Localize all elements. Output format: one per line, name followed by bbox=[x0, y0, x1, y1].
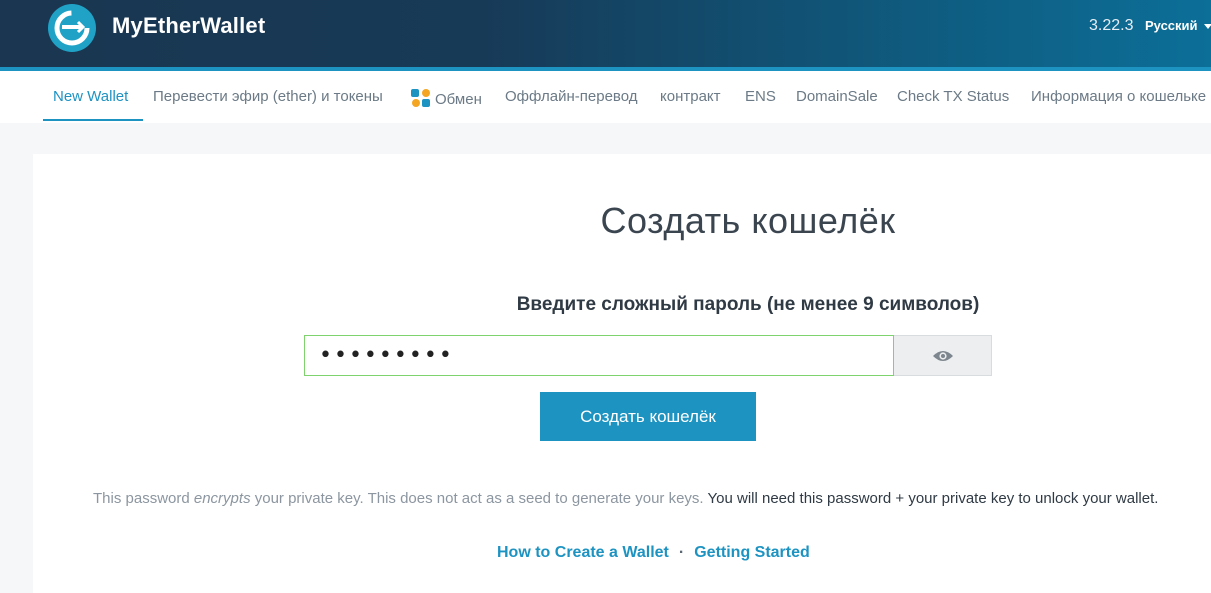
myetherwallet-logo-icon[interactable] bbox=[48, 4, 96, 52]
link-separator: · bbox=[678, 544, 685, 561]
nav-swap-label: Обмен bbox=[435, 91, 482, 108]
chevron-down-icon bbox=[1203, 24, 1211, 30]
note-part-1: This password bbox=[93, 490, 194, 507]
nav-item-send-ether[interactable]: Перевести эфир (ether) и токены bbox=[153, 88, 383, 105]
nav-item-ens[interactable]: ENS bbox=[745, 88, 776, 105]
help-links: How to Create a Wallet · Getting Started bbox=[497, 544, 810, 562]
how-to-create-wallet-link[interactable]: How to Create a Wallet bbox=[497, 544, 669, 561]
nav-item-domainsale[interactable]: DomainSale bbox=[796, 88, 878, 105]
language-label: Русский bbox=[1145, 18, 1198, 33]
nav-item-swap[interactable]: Обмен bbox=[410, 88, 482, 108]
language-dropdown[interactable]: Русский bbox=[1145, 18, 1211, 33]
page-title: Создать кошелёк bbox=[600, 200, 896, 241]
main-nav: New Wallet Перевести эфир (ether) и токе… bbox=[0, 71, 1211, 123]
nav-item-check-tx-status[interactable]: Check TX Status bbox=[897, 88, 1009, 105]
note-part-3: your private key. This does not act as a… bbox=[250, 490, 704, 507]
getting-started-link[interactable]: Getting Started bbox=[694, 544, 810, 561]
password-input[interactable] bbox=[304, 335, 894, 376]
top-header: MyEtherWallet 3.22.3 Русский bbox=[0, 0, 1211, 67]
show-password-button[interactable] bbox=[894, 335, 992, 376]
nav-item-new-wallet[interactable]: New Wallet bbox=[53, 88, 128, 105]
active-tab-underline bbox=[43, 119, 143, 121]
eye-icon bbox=[932, 350, 953, 361]
note-part-4: You will need this password + your priva… bbox=[703, 490, 1159, 507]
version-label: 3.22.3 bbox=[1089, 17, 1134, 34]
brand-name[interactable]: MyEtherWallet bbox=[112, 13, 265, 39]
password-note: This password encrypts your private key.… bbox=[93, 490, 1158, 507]
nav-item-contract[interactable]: контракт bbox=[660, 88, 721, 105]
create-wallet-button[interactable]: Создать кошелёк bbox=[540, 392, 756, 441]
password-label: Введите сложный пароль (не менее 9 симво… bbox=[516, 294, 980, 315]
nav-item-wallet-info[interactable]: Информация о кошельке bbox=[1031, 88, 1206, 105]
note-emphasis: encrypts bbox=[193, 490, 251, 507]
swap-icon bbox=[411, 89, 430, 107]
nav-item-offline-send[interactable]: Оффлайн-перевод bbox=[505, 88, 638, 105]
